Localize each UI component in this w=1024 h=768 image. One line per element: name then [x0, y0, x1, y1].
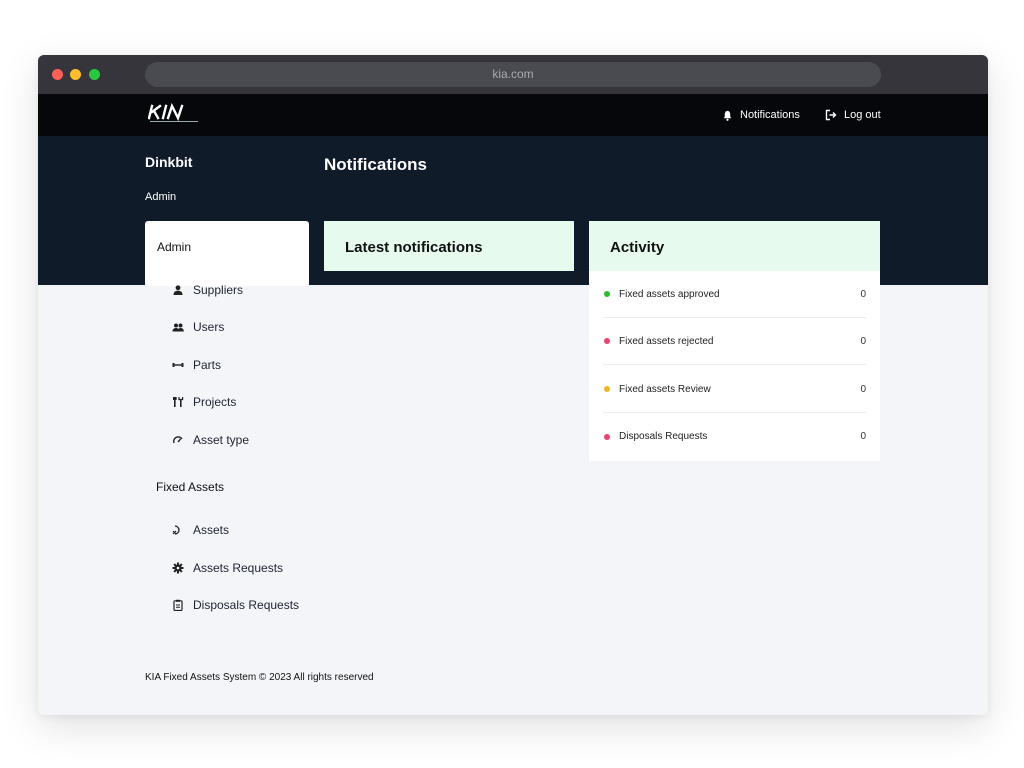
status-dot-yellow	[604, 386, 610, 392]
sidebar-item-label: Parts	[193, 358, 222, 372]
activity-row-rejected[interactable]: Fixed assets rejected 0	[603, 318, 866, 365]
minimize-window-button[interactable]	[70, 69, 81, 80]
kia-logo[interactable]	[147, 102, 208, 126]
latest-notifications-card: Latest notifications	[324, 221, 574, 271]
sidebar-item-projects[interactable]: Projects	[172, 395, 236, 409]
sidebar-item-disposals-requests[interactable]: Disposals Requests	[172, 598, 299, 612]
sidebar-item-label: Assets Requests	[193, 561, 284, 575]
parts-icon	[172, 359, 184, 371]
sidebar-item-label: Projects	[193, 395, 237, 409]
sidebar-item-label: Asset type	[193, 433, 250, 447]
activity-label: Fixed assets rejected	[619, 335, 714, 347]
sidebar-item-assets-requests[interactable]: Assets Requests	[172, 561, 283, 575]
footer-copyright: KIA Fixed Assets System © 2023 All right…	[145, 672, 374, 683]
top-navbar: Notifications Log out	[38, 94, 988, 136]
sidebar-item-suppliers[interactable]: Suppliers	[172, 283, 243, 297]
activity-row-review[interactable]: Fixed assets Review 0	[603, 366, 866, 413]
page-title: Notifications	[324, 155, 427, 174]
activity-label: Fixed assets Review	[619, 383, 711, 395]
logout-icon	[825, 109, 837, 121]
logout-label: Log out	[844, 109, 881, 121]
gear-icon	[172, 562, 184, 574]
close-window-button[interactable]	[52, 69, 63, 80]
sidebar-heading-admin: Admin	[157, 240, 192, 254]
activity-card-header: Activity	[589, 221, 880, 271]
users-icon	[172, 321, 184, 333]
sidebar-item-label: Disposals Requests	[193, 598, 300, 612]
browser-titlebar: kia.com	[38, 55, 988, 94]
sidebar-item-label: Assets	[193, 523, 230, 537]
activity-card: Activity Fixed assets approved 0 Fixed a…	[589, 221, 880, 461]
maximize-window-button[interactable]	[89, 69, 100, 80]
sidebar-item-label: Suppliers	[193, 283, 244, 297]
status-dot-red	[604, 433, 610, 440]
user-role: Admin	[145, 191, 177, 203]
activity-label: Disposals Requests	[619, 431, 708, 442]
sidebar-item-asset-type[interactable]: Asset type	[172, 433, 249, 447]
activity-count: 0	[860, 288, 866, 300]
tools-icon	[172, 396, 184, 408]
activity-count: 0	[860, 383, 866, 395]
activity-title: Activity	[610, 239, 665, 256]
sidebar-item-label: Users	[193, 320, 225, 334]
clipboard-icon	[172, 599, 184, 611]
gauge-icon	[172, 434, 184, 446]
notifications-label: Notifications	[740, 109, 800, 121]
activity-count: 0	[860, 431, 866, 442]
supplier-icon	[172, 284, 184, 296]
activity-row-approved[interactable]: Fixed assets approved 0	[603, 271, 866, 318]
logout-link[interactable]: Log out	[825, 94, 881, 136]
activity-row-disposals[interactable]: Disposals Requests 0	[603, 413, 866, 460]
sidebar-item-assets[interactable]: Assets	[172, 523, 229, 537]
activity-label: Fixed assets approved	[619, 288, 720, 300]
status-dot-red	[604, 338, 610, 344]
status-dot-green	[604, 291, 610, 297]
sidebar-heading-fixed-assets: Fixed Assets	[156, 480, 225, 494]
url-bar[interactable]: kia.com	[145, 62, 881, 87]
asset-icon	[172, 524, 184, 536]
notifications-link[interactable]: Notifications	[722, 94, 800, 136]
user-name: Dinkbit	[145, 154, 193, 170]
activity-count: 0	[860, 335, 866, 347]
sidebar-item-users[interactable]: Users	[172, 320, 224, 334]
browser-window: kia.com Notifications Log out Dinkbit Ad…	[38, 55, 988, 715]
sidebar-item-parts[interactable]: Parts	[172, 358, 221, 372]
latest-notifications-title: Latest notifications	[345, 239, 483, 256]
bell-icon	[722, 110, 733, 121]
